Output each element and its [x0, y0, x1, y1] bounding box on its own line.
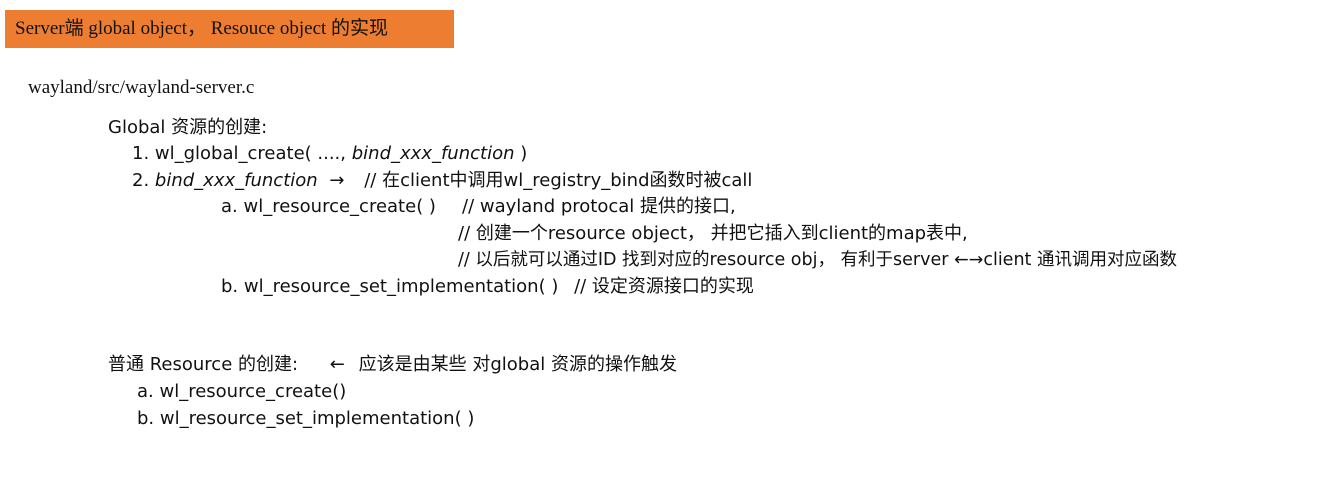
step2-comment: // 在client中调用wl_registry_bind函数时被call — [364, 170, 753, 191]
global-section-heading: Global 资源的创建: — [108, 117, 268, 138]
global-step-2: 2. bind_xxx_function → // 在client中调用wl_r… — [132, 169, 752, 193]
normal-section-note: 应该是由某些 对global 资源的操作触发 — [358, 354, 677, 375]
step1-suffix: ) — [520, 143, 528, 164]
normal-section-heading: 普通 Resource 的创建: ← 应该是由某些 对global 资源的操作触… — [108, 353, 677, 377]
sub-step-b-code: b. wl_resource_set_implementation( ) — [221, 276, 559, 297]
normal-item-b: b. wl_resource_set_implementation( ) — [137, 408, 475, 429]
sub-step-b: b. wl_resource_set_implementation( ) // … — [221, 275, 754, 299]
comment-line-2: // 创建一个resource object， 并把它插入到client的map… — [458, 223, 968, 244]
sub-step-a-comment: // wayland protocal 提供的接口, — [462, 196, 736, 217]
global-step-1: 1. wl_global_create( ...., bind_xxx_func… — [132, 142, 527, 166]
sub-step-b-comment: // 设定资源接口的实现 — [574, 276, 754, 297]
step1-function-name: bind_xxx_function — [351, 143, 515, 164]
normal-item-a: a. wl_resource_create() — [137, 381, 347, 402]
step1-prefix: 1. wl_global_create( ...., — [132, 143, 347, 164]
page-title: Server端 global object， Resouce object 的实… — [5, 10, 454, 48]
right-arrow-icon: → — [329, 170, 345, 191]
sub-step-a: a. wl_resource_create( ) — [221, 196, 436, 217]
normal-heading-text: 普通 Resource 的创建: — [108, 354, 299, 375]
left-arrow-icon: ← — [329, 354, 345, 375]
step2-prefix: 2. — [132, 170, 150, 191]
comment-line-3: // 以后就可以通过ID 找到对应的resource obj， 有利于serve… — [458, 250, 1177, 270]
file-path: wayland/src/wayland-server.c — [28, 77, 255, 98]
step2-function-name: bind_xxx_function — [154, 170, 318, 191]
